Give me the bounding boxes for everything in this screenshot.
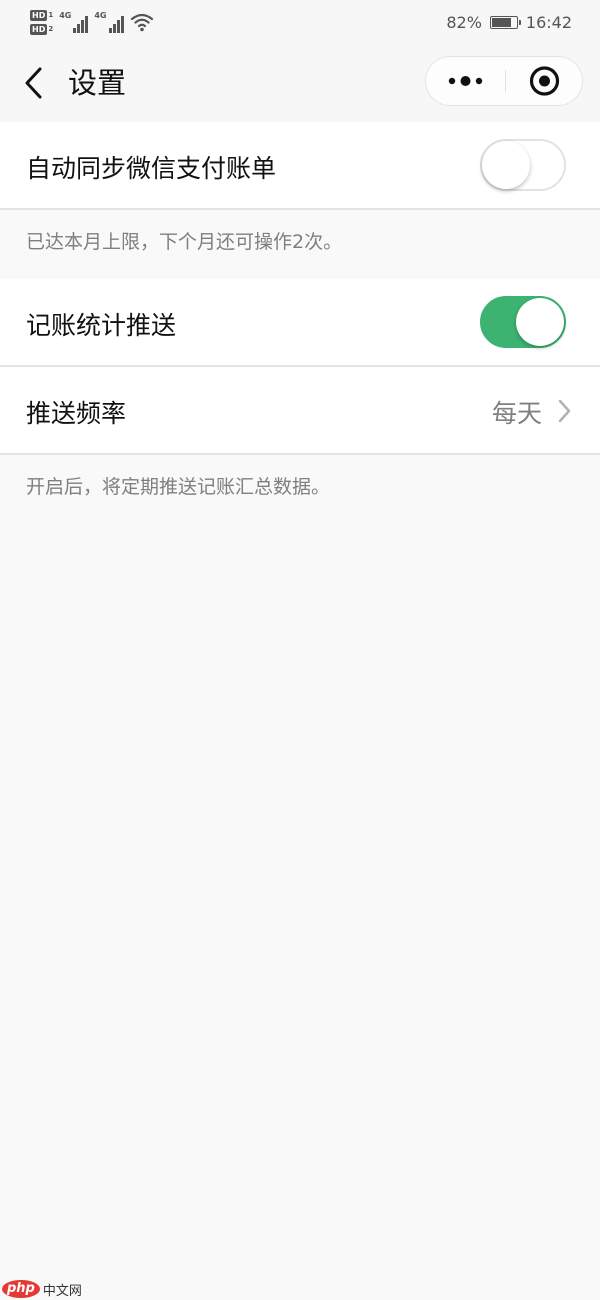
- divider: [0, 208, 600, 210]
- setting-label-push-frequency: 推送频率: [26, 399, 127, 428]
- hd-label: HD: [30, 9, 48, 21]
- network-type: 4G: [94, 11, 107, 20]
- chevron-left-icon[interactable]: [18, 64, 50, 102]
- watermark: php 中文网: [2, 1278, 82, 1300]
- wifi-icon: [130, 13, 153, 32]
- page-title: 设置: [68, 66, 127, 100]
- capsule-menu: [425, 56, 583, 106]
- hd-sim-number: 1: [48, 11, 54, 19]
- target-icon[interactable]: [506, 57, 583, 105]
- hd-sim-number: 2: [48, 25, 54, 33]
- setting-label-stats-push: 记账统计推送: [26, 311, 177, 340]
- hd-badge-2: HD 2: [30, 23, 54, 35]
- hd-label: HD: [30, 23, 48, 35]
- clock: 16:42: [525, 12, 572, 32]
- signal-icon-1: 4G: [59, 11, 89, 33]
- battery-fill: [491, 17, 511, 27]
- divider: [0, 453, 600, 455]
- watermark-logo: php: [2, 1280, 40, 1298]
- signal-icon-2: 4G: [94, 11, 124, 33]
- chevron-right-icon: [558, 399, 571, 423]
- battery-percent: 82%: [446, 12, 482, 32]
- toggle-knob: [516, 298, 564, 346]
- nav-bar: 设置: [0, 44, 600, 122]
- setting-row-push-frequency[interactable]: 推送频率 每天: [0, 367, 600, 453]
- battery-icon: [489, 15, 521, 29]
- push-tip: 开启后，将定期推送记账汇总数据。: [26, 476, 331, 498]
- hd-badge-1: HD 1: [30, 9, 54, 21]
- hd-indicators: HD 1 HD 2: [30, 9, 54, 35]
- setting-row-stats-push: 记账统计推送: [0, 279, 600, 365]
- status-bar: HD 1 HD 2 4G 4G 82% 16:42: [0, 0, 600, 44]
- toggle-knob: [482, 141, 530, 189]
- stats-push-toggle[interactable]: [480, 296, 566, 348]
- push-frequency-value: 每天: [492, 399, 543, 428]
- status-bar-left: HD 1 HD 2 4G 4G: [30, 6, 154, 38]
- setting-label-sync-bill: 自动同步微信支付账单: [26, 154, 277, 183]
- sync-bill-toggle[interactable]: [480, 139, 566, 191]
- setting-row-sync-bill: 自动同步微信支付账单: [0, 122, 600, 208]
- network-type: 4G: [59, 11, 72, 20]
- watermark-text: 中文网: [42, 1283, 82, 1299]
- sync-bill-tip: 已达本月上限，下个月还可操作2次。: [26, 231, 343, 253]
- more-dots-icon[interactable]: [426, 57, 505, 105]
- status-bar-right: 82% 16:42: [446, 0, 572, 44]
